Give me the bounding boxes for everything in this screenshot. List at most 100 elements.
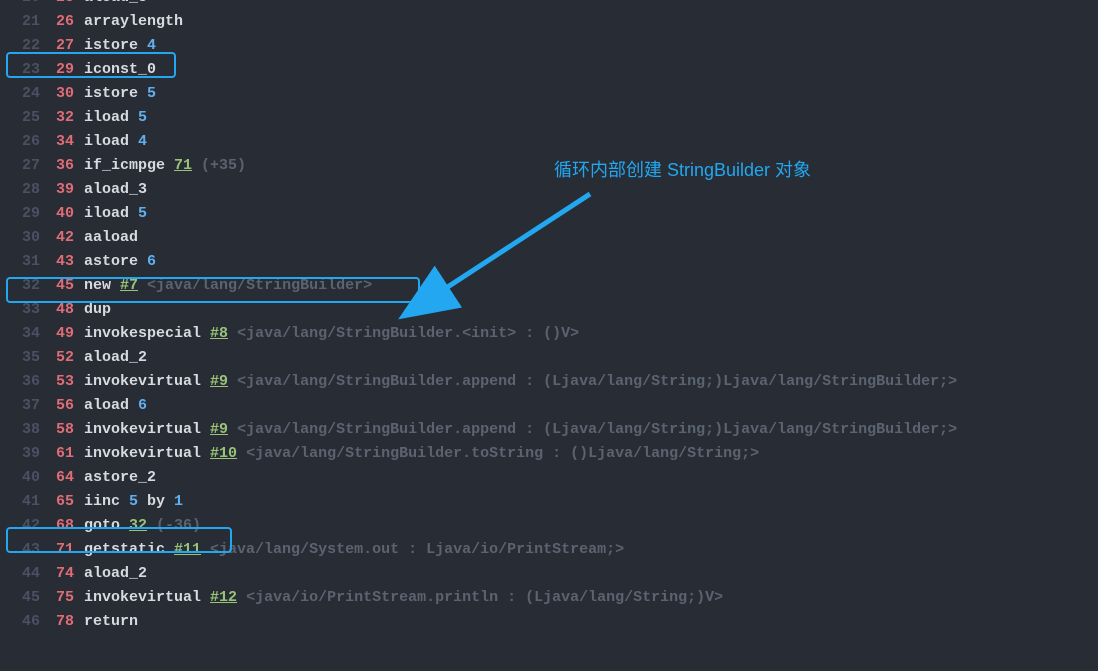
constant-ref[interactable]: #9 bbox=[210, 370, 228, 394]
code-line[interactable]: 2839 aload_3 bbox=[0, 178, 1098, 202]
operand-number: 6 bbox=[147, 250, 156, 274]
code-line[interactable]: 2329 iconst_0 bbox=[0, 58, 1098, 82]
type-comment: <java/lang/StringBuilder> bbox=[147, 274, 372, 298]
bytecode-offset: 45 bbox=[46, 274, 74, 298]
code-line[interactable]: 4474 aload_2 bbox=[0, 562, 1098, 586]
code-line[interactable]: 2634 iload 4 bbox=[0, 130, 1098, 154]
opcode: dup bbox=[84, 298, 111, 322]
bytecode-offset: 61 bbox=[46, 442, 74, 466]
constant-ref[interactable]: #8 bbox=[210, 322, 228, 346]
code-line[interactable]: 3042 aaload bbox=[0, 226, 1098, 250]
bytecode-listing: 2025 aload_32126 arraylength2227 istore … bbox=[0, 0, 1098, 634]
opcode bbox=[201, 538, 210, 562]
code-line[interactable]: 4575 invokevirtual #12 <java/io/PrintStr… bbox=[0, 586, 1098, 610]
line-number: 39 bbox=[4, 442, 40, 466]
opcode bbox=[138, 274, 147, 298]
opcode: astore_2 bbox=[84, 466, 156, 490]
bytecode-offset: 34 bbox=[46, 130, 74, 154]
bytecode-offset: 78 bbox=[46, 610, 74, 634]
code-line[interactable]: 2736 if_icmpge 71 (+35) bbox=[0, 154, 1098, 178]
code-line[interactable]: 3245 new #7 <java/lang/StringBuilder> bbox=[0, 274, 1098, 298]
opcode: aaload bbox=[84, 226, 138, 250]
opcode: invokevirtual bbox=[84, 586, 210, 610]
opcode: new bbox=[84, 274, 120, 298]
bytecode-offset: 56 bbox=[46, 394, 74, 418]
opcode bbox=[228, 418, 237, 442]
constant-ref[interactable]: #9 bbox=[210, 418, 228, 442]
code-line[interactable]: 2126 arraylength bbox=[0, 10, 1098, 34]
opcode: iconst_0 bbox=[84, 58, 156, 82]
code-line[interactable]: 3449 invokespecial #8 <java/lang/StringB… bbox=[0, 322, 1098, 346]
bytecode-offset: 25 bbox=[46, 0, 74, 10]
bytecode-offset: 68 bbox=[46, 514, 74, 538]
code-line[interactable]: 3858 invokevirtual #9 <java/lang/StringB… bbox=[0, 418, 1098, 442]
type-comment: <java/io/PrintStream.println : (Ljava/la… bbox=[246, 586, 723, 610]
line-number: 46 bbox=[4, 610, 40, 634]
code-line[interactable]: 3348 dup bbox=[0, 298, 1098, 322]
operand-number: 4 bbox=[147, 34, 156, 58]
constant-ref[interactable]: #11 bbox=[174, 538, 201, 562]
bytecode-offset: 32 bbox=[46, 106, 74, 130]
code-line[interactable]: 4064 astore_2 bbox=[0, 466, 1098, 490]
opcode: aload bbox=[84, 394, 138, 418]
opcode: astore bbox=[84, 250, 147, 274]
code-line[interactable]: 4371 getstatic #11 <java/lang/System.out… bbox=[0, 538, 1098, 562]
line-number: 43 bbox=[4, 538, 40, 562]
line-number: 36 bbox=[4, 370, 40, 394]
opcode: invokevirtual bbox=[84, 418, 210, 442]
bytecode-offset: 39 bbox=[46, 178, 74, 202]
operand-number: 5 bbox=[129, 490, 138, 514]
line-number: 26 bbox=[4, 130, 40, 154]
opcode: iload bbox=[84, 202, 138, 226]
code-line[interactable]: 3143 astore 6 bbox=[0, 250, 1098, 274]
opcode: arraylength bbox=[84, 10, 183, 34]
code-line[interactable]: 4678 return bbox=[0, 610, 1098, 634]
opcode: invokespecial bbox=[84, 322, 210, 346]
opcode bbox=[192, 154, 201, 178]
bytecode-offset: 43 bbox=[46, 250, 74, 274]
line-number: 27 bbox=[4, 154, 40, 178]
bytecode-offset: 65 bbox=[46, 490, 74, 514]
code-line[interactable]: 3552 aload_2 bbox=[0, 346, 1098, 370]
code-line[interactable]: 2532 iload 5 bbox=[0, 106, 1098, 130]
opcode: getstatic bbox=[84, 538, 174, 562]
line-number: 24 bbox=[4, 82, 40, 106]
opcode: iload bbox=[84, 130, 138, 154]
code-line[interactable]: 2025 aload_3 bbox=[0, 0, 1098, 10]
opcode: return bbox=[84, 610, 138, 634]
bytecode-offset: 26 bbox=[46, 10, 74, 34]
code-line[interactable]: 2227 istore 4 bbox=[0, 34, 1098, 58]
branch-delta: (-36) bbox=[156, 514, 201, 538]
line-number: 25 bbox=[4, 106, 40, 130]
line-number: 41 bbox=[4, 490, 40, 514]
opcode bbox=[147, 514, 156, 538]
line-number: 35 bbox=[4, 346, 40, 370]
code-line[interactable]: 3961 invokevirtual #10 <java/lang/String… bbox=[0, 442, 1098, 466]
line-number: 29 bbox=[4, 202, 40, 226]
line-number: 23 bbox=[4, 58, 40, 82]
line-number: 30 bbox=[4, 226, 40, 250]
constant-ref[interactable]: 32 bbox=[129, 514, 147, 538]
operand-number: 5 bbox=[147, 82, 156, 106]
code-line[interactable]: 2940 iload 5 bbox=[0, 202, 1098, 226]
code-line[interactable]: 2430 istore 5 bbox=[0, 82, 1098, 106]
operand-number: 6 bbox=[138, 394, 147, 418]
code-line[interactable]: 3653 invokevirtual #9 <java/lang/StringB… bbox=[0, 370, 1098, 394]
constant-ref[interactable]: 71 bbox=[174, 154, 192, 178]
constant-ref[interactable]: #7 bbox=[120, 274, 138, 298]
type-comment: <java/lang/StringBuilder.append : (Ljava… bbox=[237, 370, 957, 394]
line-number: 44 bbox=[4, 562, 40, 586]
type-comment: <java/lang/StringBuilder.toString : ()Lj… bbox=[246, 442, 759, 466]
code-line[interactable]: 4268 goto 32 (-36) bbox=[0, 514, 1098, 538]
constant-ref[interactable]: #10 bbox=[210, 442, 237, 466]
bytecode-offset: 27 bbox=[46, 34, 74, 58]
bytecode-offset: 30 bbox=[46, 82, 74, 106]
operand-number: 1 bbox=[174, 490, 183, 514]
code-line[interactable]: 3756 aload 6 bbox=[0, 394, 1098, 418]
line-number: 21 bbox=[4, 10, 40, 34]
opcode: aload_3 bbox=[84, 0, 147, 10]
constant-ref[interactable]: #12 bbox=[210, 586, 237, 610]
opcode bbox=[228, 370, 237, 394]
code-line[interactable]: 4165 iinc 5 by 1 bbox=[0, 490, 1098, 514]
branch-delta: (+35) bbox=[201, 154, 246, 178]
